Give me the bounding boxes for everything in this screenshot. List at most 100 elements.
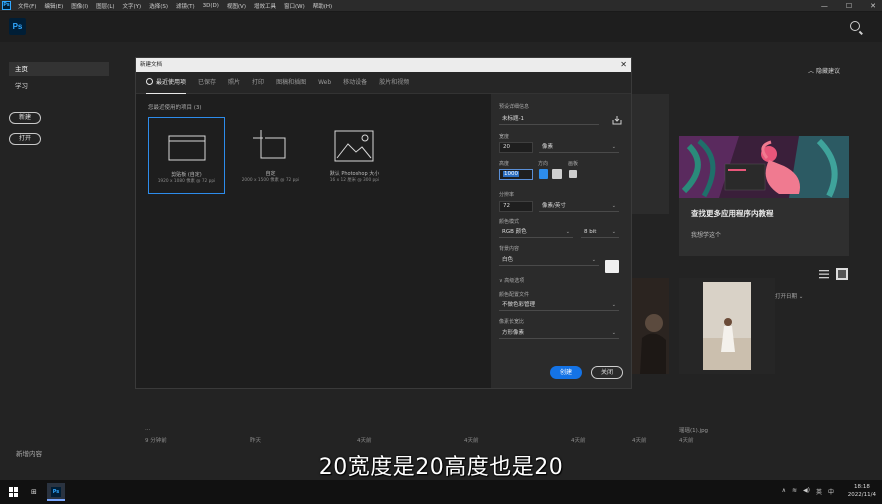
chevron-down-icon: ⌄: [611, 330, 616, 336]
preset-name: 自定: [265, 171, 276, 177]
tab-saved[interactable]: 已保存: [198, 72, 216, 94]
chevron-up-icon: ︿: [808, 68, 815, 75]
bit-depth-select[interactable]: 8 bit ⌄: [581, 227, 619, 238]
taskbar-photoshop-icon[interactable]: Ps: [47, 483, 65, 501]
tab-recent-label: 最近使用项: [156, 78, 187, 86]
menu-view[interactable]: 视图(V): [223, 2, 250, 10]
dialog-tabs: 最近使用项 已保存 照片 打印 图稿和插图 Web 移动设备 胶片和视频: [136, 72, 631, 94]
preset-dimensions: 1920 x 1080 像素 @ 72 ppi: [157, 179, 216, 184]
suggestion-tile[interactable]: [632, 94, 669, 214]
resolution-unit-select[interactable]: 像素/英寸 ⌄: [539, 201, 619, 212]
preset-name: 剪贴板 (自定): [171, 172, 202, 178]
background-contents-select[interactable]: 白色 ⌄: [499, 255, 599, 266]
portrait-orientation-icon[interactable]: [539, 169, 548, 179]
create-button[interactable]: 创建: [550, 366, 582, 379]
chevron-down-icon: ⌄: [565, 229, 570, 235]
color-mode-label: 颜色模式: [499, 219, 520, 225]
menu-help[interactable]: 帮助(H): [309, 2, 336, 10]
flamingo-image: [679, 136, 849, 198]
nav-home[interactable]: 主页: [9, 62, 109, 76]
tab-art-illustration[interactable]: 图稿和插图: [276, 72, 306, 94]
clock-date: 2022/11/4: [847, 492, 876, 498]
preset-default-photoshop[interactable]: 默认 Photoshop 大小 16 x 12 厘米 @ 300 ppi: [316, 117, 393, 194]
tab-film-video[interactable]: 胶片和视频: [379, 72, 409, 94]
width-input[interactable]: 20: [499, 142, 533, 153]
preset-dimensions: 16 x 12 厘米 @ 300 ppi: [329, 178, 380, 183]
menu-window[interactable]: 窗口(W): [280, 2, 309, 10]
menu-select[interactable]: 选择(S): [145, 2, 172, 10]
recent-file-date: 4天前: [571, 438, 586, 444]
color-mode-value: RGB 颜色: [502, 229, 527, 235]
close-window-icon[interactable]: ✕: [870, 0, 876, 12]
color-mode-select[interactable]: RGB 颜色 ⌄: [499, 227, 573, 238]
volume-icon[interactable]: ◀): [803, 487, 810, 496]
menu-image[interactable]: 图像(I): [67, 2, 92, 10]
tab-photo[interactable]: 照片: [228, 72, 240, 94]
chevron-down-icon: ⌄: [591, 257, 596, 263]
resolution-unit-value: 像素/英寸: [542, 203, 566, 209]
recent-file-date: 9 分钟前: [145, 438, 167, 444]
clock-time: 18:18: [853, 484, 870, 490]
menu-layer[interactable]: 图层(L): [92, 2, 118, 10]
wifi-icon[interactable]: ≋: [792, 487, 797, 496]
landscape-orientation-icon[interactable]: [552, 169, 562, 179]
menu-bar: Ps 文件(F) 编辑(E) 图像(I) 图层(L) 文字(Y) 选择(S) 滤…: [0, 0, 882, 12]
tab-web[interactable]: Web: [318, 72, 331, 94]
taskbar-clock[interactable]: 18:18 2022/11/4: [848, 483, 876, 499]
background-contents-label: 背景内容: [499, 246, 520, 252]
tutorial-promo-card[interactable]: 查找更多应用程序内教程 我想学这个: [679, 136, 849, 256]
tab-mobile[interactable]: 移动设备: [343, 72, 367, 94]
close-button[interactable]: 关闭: [591, 366, 623, 379]
app-bar: Ps: [0, 12, 882, 42]
nav-learn[interactable]: 学习: [9, 79, 109, 93]
height-input[interactable]: 1000: [499, 169, 533, 180]
recent-file-thumbnail[interactable]: [679, 278, 775, 374]
menu-3d[interactable]: 3D(D): [199, 3, 223, 9]
menu-type[interactable]: 文字(Y): [119, 2, 146, 10]
recent-file-thumbnail[interactable]: [632, 278, 669, 374]
preset-clipboard[interactable]: 剪贴板 (自定) 1920 x 1080 像素 @ 72 ppi: [148, 117, 225, 194]
recent-file-name: ...: [145, 426, 151, 432]
menu-plugins[interactable]: 增效工具: [250, 2, 280, 10]
list-view-icon[interactable]: [818, 268, 830, 280]
ime-language[interactable]: 英: [816, 487, 822, 496]
bit-depth-value: 8 bit: [584, 229, 597, 235]
menu-filter[interactable]: 滤镜(T): [172, 2, 199, 10]
task-view-icon[interactable]: ⊞: [31, 488, 37, 496]
new-button[interactable]: 新建: [9, 112, 41, 124]
menu-edit[interactable]: 编辑(E): [40, 2, 67, 10]
tab-print[interactable]: 打印: [252, 72, 264, 94]
document-icon: [168, 135, 206, 161]
height-value-selected: 1000: [503, 171, 519, 177]
grid-view-icon[interactable]: [836, 268, 848, 280]
chevron-down-icon: ⌄: [611, 302, 616, 308]
tab-recent[interactable]: 最近使用项: [146, 72, 187, 94]
width-unit-select[interactable]: 像素 ⌄: [539, 142, 619, 153]
windows-start-icon[interactable]: [9, 487, 19, 497]
hide-suggestions-link[interactable]: ︿ 隐藏建议: [808, 66, 840, 75]
preset-details-heading: 预设详细信息: [499, 104, 530, 110]
menu-file[interactable]: 文件(F): [14, 2, 40, 10]
background-color-swatch[interactable]: [605, 260, 619, 273]
open-button[interactable]: 打开: [9, 133, 41, 145]
save-preset-icon[interactable]: [612, 115, 622, 125]
custom-size-icon: [253, 130, 286, 159]
advanced-options-toggle[interactable]: ∨ 高级选项: [499, 277, 524, 284]
maximize-icon[interactable]: ☐: [846, 0, 852, 12]
color-profile-select[interactable]: 不做色彩管理 ⌄: [499, 300, 619, 311]
resolution-label: 分辨率: [499, 192, 515, 198]
ime-mode[interactable]: 中: [828, 487, 834, 496]
promo-subtitle: 我想学这个: [691, 232, 722, 239]
resolution-input[interactable]: 72: [499, 201, 533, 212]
clock-icon: [146, 77, 153, 85]
search-icon[interactable]: [850, 21, 860, 31]
pixel-aspect-ratio-select[interactable]: 方形像素 ⌄: [499, 328, 619, 339]
dialog-title: 新建文档: [140, 62, 163, 68]
tray-expand-icon[interactable]: ∧: [782, 487, 786, 496]
minimize-icon[interactable]: —: [821, 0, 828, 12]
document-name-field[interactable]: 未标题-1: [499, 114, 599, 125]
recent-items-heading: 您最近使用的项目 (3): [148, 105, 202, 111]
preset-custom[interactable]: 自定 2000 x 1500 像素 @ 72 ppi: [232, 117, 309, 194]
artboard-checkbox[interactable]: [569, 170, 577, 178]
close-icon[interactable]: ✕: [620, 58, 627, 72]
